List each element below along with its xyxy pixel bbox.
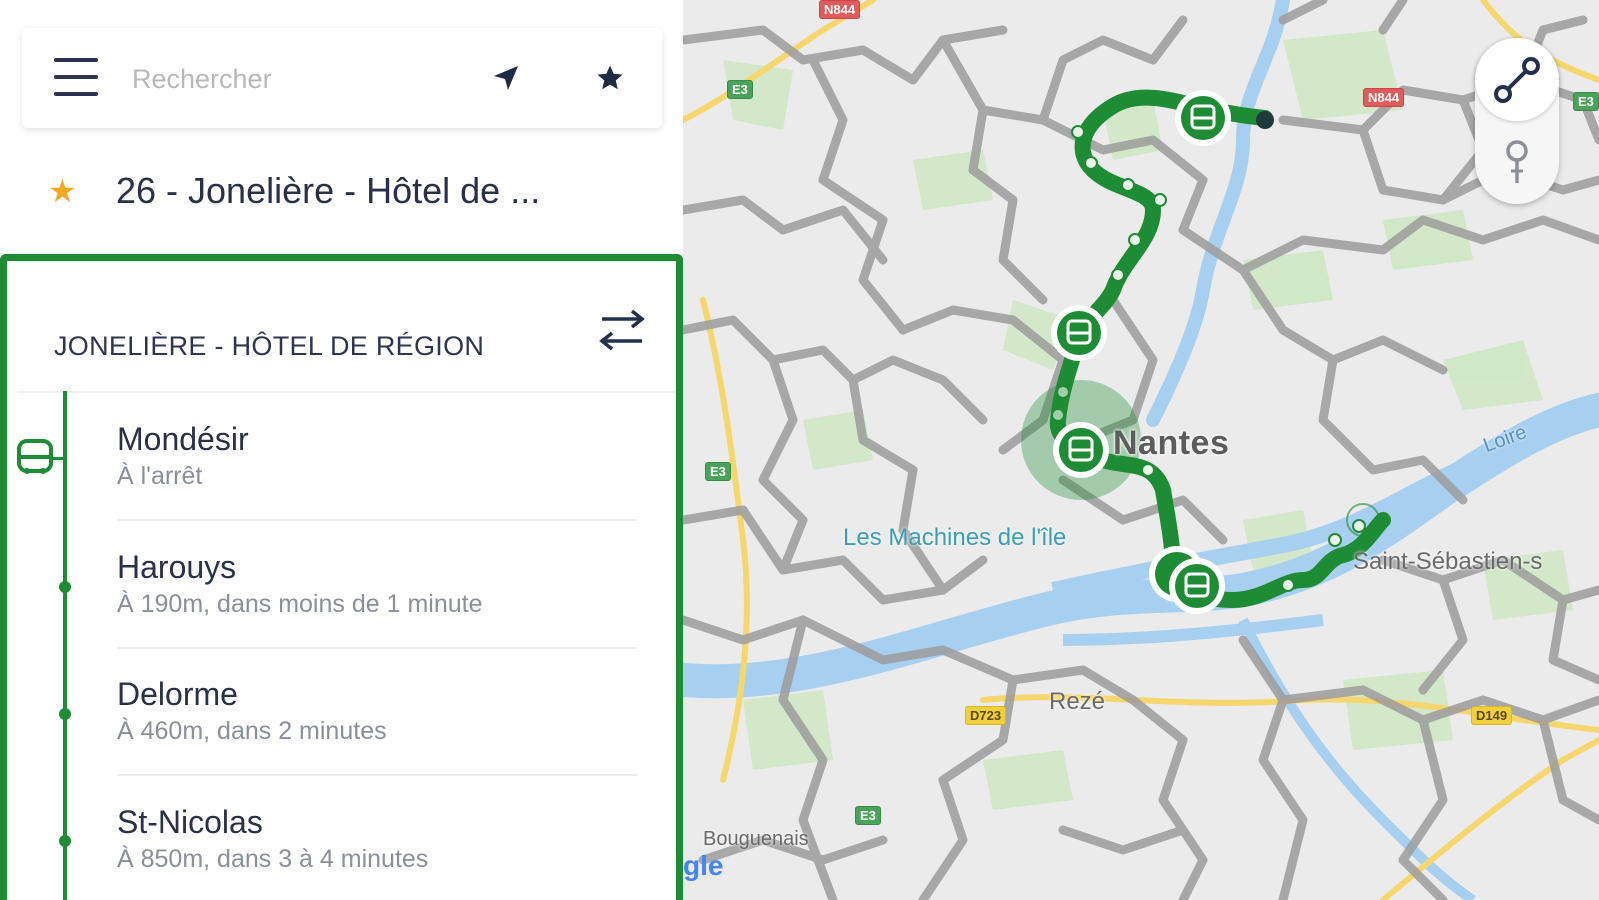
timeline-line (63, 391, 67, 900)
stop-item[interactable]: St-Nicolas À 850m, dans 3 à 4 minutes (117, 804, 637, 874)
road-shield: E3 (1573, 92, 1599, 111)
search-input[interactable] (130, 50, 464, 108)
swap-arrows-icon (599, 309, 645, 351)
road-shield: N844 (1363, 88, 1405, 107)
stop-eta: À l'arrêt (117, 462, 203, 490)
stop-eta: À 190m, dans moins de 1 minute (117, 590, 483, 618)
route-line-icon (1494, 56, 1540, 103)
favorite-line-label: 26 - Jonelière - Hôtel de ... (116, 170, 541, 211)
favorite-line-item[interactable]: ★ 26 - Jonelière - Hôtel de ... (48, 166, 668, 216)
road-shield: D149 (1471, 706, 1513, 725)
google-logo[interactable]: gle (683, 850, 723, 882)
stop-name: Delorme (117, 676, 238, 712)
road-shield: N844 (819, 0, 861, 19)
map-bus-marker[interactable] (1169, 558, 1225, 614)
divider (117, 519, 637, 521)
search-bar (22, 28, 662, 128)
swap-direction-button[interactable] (596, 307, 648, 353)
map-bus-marker[interactable] (1053, 422, 1109, 478)
map-town-label: Saint-Sébastien-s (1353, 548, 1543, 575)
star-icon: ★ (48, 173, 77, 209)
stop-name: St-Nicolas (117, 804, 263, 840)
direction-title: JONELIÈRE - HÔTEL DE RÉGION (54, 331, 485, 361)
stop-name: Harouys (117, 549, 237, 585)
side-panel: ★ 26 - Jonelière - Hôtel de ... JONELIÈR… (0, 0, 683, 900)
star-icon (597, 65, 623, 90)
stop-eta: À 850m, dans 3 à 4 minutes (117, 845, 429, 873)
road-shield: D723 (965, 706, 1007, 725)
pin-icon (1506, 139, 1528, 183)
stop-item[interactable]: Delorme À 460m, dans 2 minutes (117, 676, 637, 746)
divider (117, 647, 637, 649)
stop-dot (59, 708, 71, 720)
favorites-button[interactable] (588, 56, 632, 100)
line-detail-card: JONELIÈRE - HÔTEL DE RÉGION Mondésir À l… (0, 254, 683, 900)
map-town-label: Rezé (1049, 688, 1106, 715)
map-view[interactable]: Nantes Les Machines de l'île Rezé Saint-… (683, 0, 1599, 900)
navigation-arrow-icon (494, 66, 518, 90)
divider (17, 391, 676, 393)
route-view-button[interactable] (1475, 38, 1559, 121)
map-town-label: Bouguenais (703, 828, 809, 850)
stop-item[interactable]: Harouys À 190m, dans moins de 1 minute (117, 549, 637, 619)
road-shield: E3 (727, 80, 753, 99)
stop-eta: À 460m, dans 2 minutes (117, 717, 387, 745)
road-shield: E3 (855, 806, 881, 825)
bus-icon (17, 439, 53, 474)
stop-name: Mondésir (117, 421, 249, 457)
stop-item[interactable]: Mondésir À l'arrêt (117, 421, 637, 491)
map-bus-marker[interactable] (1175, 90, 1231, 146)
road-shield: E3 (705, 462, 731, 481)
stop-dot (59, 835, 71, 847)
stops-view-button[interactable] (1475, 121, 1559, 204)
map-poi-label[interactable]: Les Machines de l'île (843, 524, 1066, 552)
map-city-label: Nantes (1113, 424, 1230, 462)
divider (117, 774, 637, 776)
map-bus-marker[interactable] (1051, 305, 1107, 361)
map-layer-toggle (1475, 38, 1559, 204)
locate-button[interactable] (484, 56, 528, 100)
stop-dot (59, 581, 71, 593)
hamburger-icon[interactable] (54, 56, 100, 98)
